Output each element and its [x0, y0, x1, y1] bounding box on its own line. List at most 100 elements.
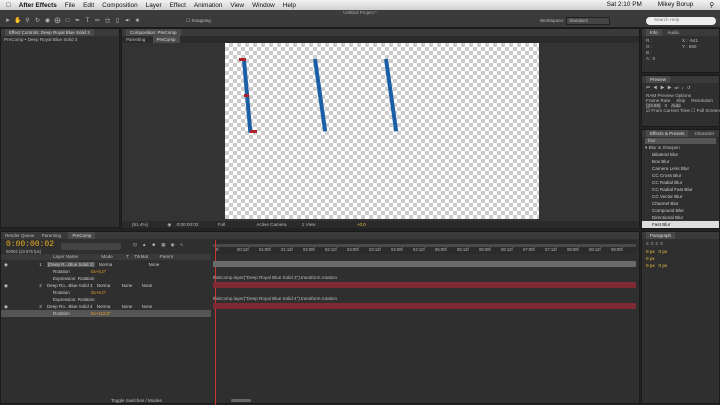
resolution-select[interactable]: Full	[218, 222, 225, 227]
subtab-parenting[interactable]: Parenting	[126, 36, 145, 43]
layer-trkmat[interactable]: None	[122, 304, 133, 309]
timeline-timecode[interactable]: 0:00:00:02	[6, 240, 54, 249]
menu-animation[interactable]: Animation	[194, 2, 222, 9]
col-parent[interactable]: Parent	[160, 254, 174, 259]
layer-name[interactable]: Deep Ro...Blue Solid 4	[47, 304, 93, 309]
layer-bar-3[interactable]	[213, 303, 636, 309]
col-mode[interactable]: Mode	[101, 254, 113, 259]
layer-bar-2[interactable]	[213, 282, 636, 288]
hand-tool-icon[interactable]: ✋	[14, 18, 21, 25]
menu-view[interactable]: View	[230, 2, 244, 9]
layer-parent[interactable]: None	[142, 304, 153, 309]
effect-item[interactable]: CC Vector Blur	[642, 193, 719, 200]
roto-brush-tool-icon[interactable]: ☙	[124, 18, 131, 25]
from-current-time-checkbox[interactable]: ☑ From Current Time	[646, 108, 690, 113]
rotation-handle-mid[interactable]	[244, 94, 249, 97]
menu-edit[interactable]: Edit	[83, 2, 94, 9]
composition-tab[interactable]: Composition: PreComp	[126, 29, 181, 36]
menu-layer[interactable]: Layer	[146, 2, 162, 9]
menu-composition[interactable]: Composition	[102, 2, 138, 9]
expression-text[interactable]: thisComp.layer("Deep Royal Blue Solid 4"…	[213, 296, 337, 301]
layer-mode[interactable]: Norma	[99, 262, 113, 267]
layer-row-3[interactable]: ◉ 3 Deep Ro...Blue Solid 4 Norma None No…	[1, 303, 211, 310]
zoom-select[interactable]: (51.4%)	[132, 222, 148, 227]
space-after-field[interactable]: 0 px	[659, 263, 668, 268]
brush-tool-icon[interactable]: ✏	[94, 18, 101, 25]
effects-search-input[interactable]: blur	[645, 138, 716, 144]
audio-tab[interactable]: Audio	[668, 29, 680, 36]
pan-behind-tool-icon[interactable]: ⨁	[54, 18, 61, 25]
effect-item-selected[interactable]: Fast Blur	[642, 221, 719, 228]
layer-row-1[interactable]: ◉ 1 [Deep R...Blue Solid 2] Norma None	[1, 261, 211, 268]
rotation-handle-bottom[interactable]	[250, 130, 257, 133]
property-row[interactable]: Rotation 0x+5.0°	[1, 268, 211, 275]
indent-right-field[interactable]: 0 px	[659, 249, 668, 254]
camera-select[interactable]: Active Camera	[256, 222, 286, 227]
effect-item[interactable]: CC Cross Blur	[642, 172, 719, 179]
effect-item[interactable]: CC Radial Fast Blur	[642, 186, 719, 193]
layer-parent[interactable]: None	[149, 262, 160, 267]
loop-icon[interactable]: ↺	[687, 85, 694, 90]
visibility-eye-icon[interactable]: ◉	[4, 304, 8, 309]
layer-mode[interactable]: Norma	[97, 304, 111, 309]
view-layout-select[interactable]: 1 View	[302, 222, 316, 227]
col-layer-name[interactable]: Layer Name	[53, 254, 78, 259]
layer-trkmat[interactable]: None	[122, 283, 133, 288]
frame-blend-icon[interactable]: ▦	[161, 242, 170, 247]
time-ruler[interactable]: 0f 00:12f 01:00f 01:12f 02:00f 02:12f 03:00f 03…	[213, 240, 636, 254]
expression-row[interactable]: Expression: Rotation	[1, 275, 211, 282]
effects-presets-tab[interactable]: Effects & Presets	[646, 130, 689, 137]
space-before-field[interactable]: 0 px	[646, 263, 655, 268]
search-help-input[interactable]: Search Help	[646, 17, 716, 25]
expression-row[interactable]: Expression: Rotation	[1, 296, 211, 303]
solid-layer-2[interactable]	[313, 58, 328, 132]
type-tool-icon[interactable]: T	[84, 18, 91, 25]
clock[interactable]: Sat 2:10 PM	[607, 1, 642, 9]
user-name[interactable]: Mikey Borup	[658, 1, 694, 9]
effect-item[interactable]: Box Blur	[642, 158, 719, 165]
col-trkmat[interactable]: TrkMat	[134, 254, 148, 259]
camera-snapshot-icon[interactable]: ◉	[167, 222, 171, 227]
effect-item[interactable]: Bilateral Blur	[642, 151, 719, 158]
parenting-tab[interactable]: Parenting	[42, 232, 61, 239]
justify-icon[interactable]: ≡	[660, 241, 665, 246]
effect-item[interactable]: CC Radial Blur	[642, 179, 719, 186]
snapping-checkbox[interactable]: ☐ Snapping	[186, 18, 211, 24]
toggle-switches-modes[interactable]: Toggle Switches / Modes	[111, 398, 162, 403]
indent-first-field[interactable]: 0 px	[646, 256, 655, 261]
expression-text[interactable]: thisComp.layer("Deep Royal Blue Solid 3"…	[213, 275, 337, 280]
pen-tool-icon[interactable]: ✒	[74, 18, 81, 25]
subtab-precomp[interactable]: PreComp	[152, 36, 180, 43]
menu-file[interactable]: File	[65, 2, 75, 9]
clone-stamp-tool-icon[interactable]: ⚝	[104, 18, 111, 25]
visibility-eye-icon[interactable]: ◉	[4, 262, 8, 267]
timeline-search-input[interactable]	[61, 243, 121, 250]
rotation-value[interactable]: 0x+112.0°	[91, 311, 111, 316]
full-screen-checkbox[interactable]: ☐ Full Screen	[691, 108, 720, 113]
comp-mini-flowchart-icon[interactable]: ⊡	[133, 242, 142, 247]
layer-name[interactable]: [Deep R...Blue Solid 2]	[46, 262, 95, 267]
layer-parent[interactable]: None	[142, 283, 153, 288]
preview-tab[interactable]: Preview	[646, 76, 671, 83]
indent-left-field[interactable]: 0 px	[646, 249, 655, 254]
selection-tool-icon[interactable]: ➤	[4, 18, 11, 25]
last-frame-icon[interactable]: ⏭	[674, 85, 681, 90]
motion-blur-icon[interactable]: ◉	[171, 242, 180, 247]
layer-bar-1[interactable]	[213, 261, 636, 267]
effect-item[interactable]: Compound Blur	[642, 207, 719, 214]
rotate-tool-icon[interactable]: ↻	[34, 18, 41, 25]
property-row[interactable]: Rotation 0x+5.0°	[1, 289, 211, 296]
effect-item[interactable]: Directional Blur	[642, 214, 719, 221]
effect-item[interactable]: Camera Lens Blur	[642, 165, 719, 172]
character-tab[interactable]: Character	[694, 130, 714, 137]
eraser-tool-icon[interactable]: ▯	[114, 18, 121, 25]
rotation-handle-top[interactable]	[239, 58, 246, 61]
rectangle-tool-icon[interactable]: □	[64, 18, 71, 25]
menu-window[interactable]: Window	[252, 2, 275, 9]
layer-mode[interactable]: Norma	[97, 283, 111, 288]
info-tab[interactable]: Info	[646, 29, 662, 36]
paragraph-tab[interactable]: Paragraph	[646, 232, 676, 239]
search-icon[interactable]: ⚲	[709, 1, 714, 9]
visibility-eye-icon[interactable]: ◉	[4, 283, 8, 288]
effect-item[interactable]: Channel Blur	[642, 200, 719, 207]
